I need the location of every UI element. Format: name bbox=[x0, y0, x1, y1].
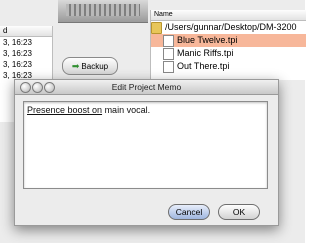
memo-underlined-text: Presence boost bbox=[27, 105, 90, 115]
file-icon bbox=[163, 60, 174, 73]
date-column-header[interactable]: d bbox=[0, 26, 52, 37]
file-row-out-there[interactable]: Out There.tpi bbox=[151, 60, 306, 73]
folder-path: /Users/gunnar/Desktop/DM-3200 bbox=[165, 22, 297, 32]
memo-textarea[interactable]: Presence boost on main vocal. bbox=[23, 101, 268, 189]
file-icon bbox=[163, 34, 174, 47]
edit-project-memo-dialog: Edit Project Memo Presence boost on main… bbox=[14, 79, 279, 226]
list-item[interactable]: 3, 16:23 bbox=[0, 59, 52, 70]
dialog-title: Edit Project Memo bbox=[111, 82, 182, 92]
file-browser-pane[interactable]: Name /Users/gunnar/Desktop/DM-3200 Blue … bbox=[150, 10, 306, 80]
folder-icon bbox=[151, 21, 162, 34]
file-row-blue-twelve[interactable]: Blue Twelve.tpi bbox=[151, 34, 306, 47]
file-name: Out There.tpi bbox=[177, 61, 230, 71]
arrow-right-icon: ➡ bbox=[71, 61, 80, 71]
list-item[interactable]: 3, 16:23 bbox=[0, 48, 52, 59]
backup-button-label: Backup bbox=[81, 62, 109, 71]
ok-button[interactable]: OK bbox=[218, 204, 260, 220]
memo-underlined-text: on bbox=[89, 105, 103, 115]
memo-text: main vocal. bbox=[102, 105, 151, 115]
folder-path-row[interactable]: /Users/gunnar/Desktop/DM-3200 bbox=[151, 21, 306, 34]
list-item[interactable]: 3, 16:23 bbox=[0, 37, 52, 48]
file-row-manic-riffs[interactable]: Manic Riffs.tpi bbox=[151, 47, 306, 60]
device-illustration bbox=[58, 0, 148, 23]
file-name: Manic Riffs.tpi bbox=[177, 48, 234, 58]
cancel-button[interactable]: Cancel bbox=[168, 204, 210, 220]
name-column-header[interactable]: Name bbox=[151, 10, 306, 21]
backup-button[interactable]: ➡ Backup bbox=[62, 57, 118, 75]
dialog-titlebar[interactable]: Edit Project Memo bbox=[15, 80, 278, 95]
file-icon bbox=[163, 47, 174, 60]
file-name: Blue Twelve.tpi bbox=[177, 35, 238, 45]
